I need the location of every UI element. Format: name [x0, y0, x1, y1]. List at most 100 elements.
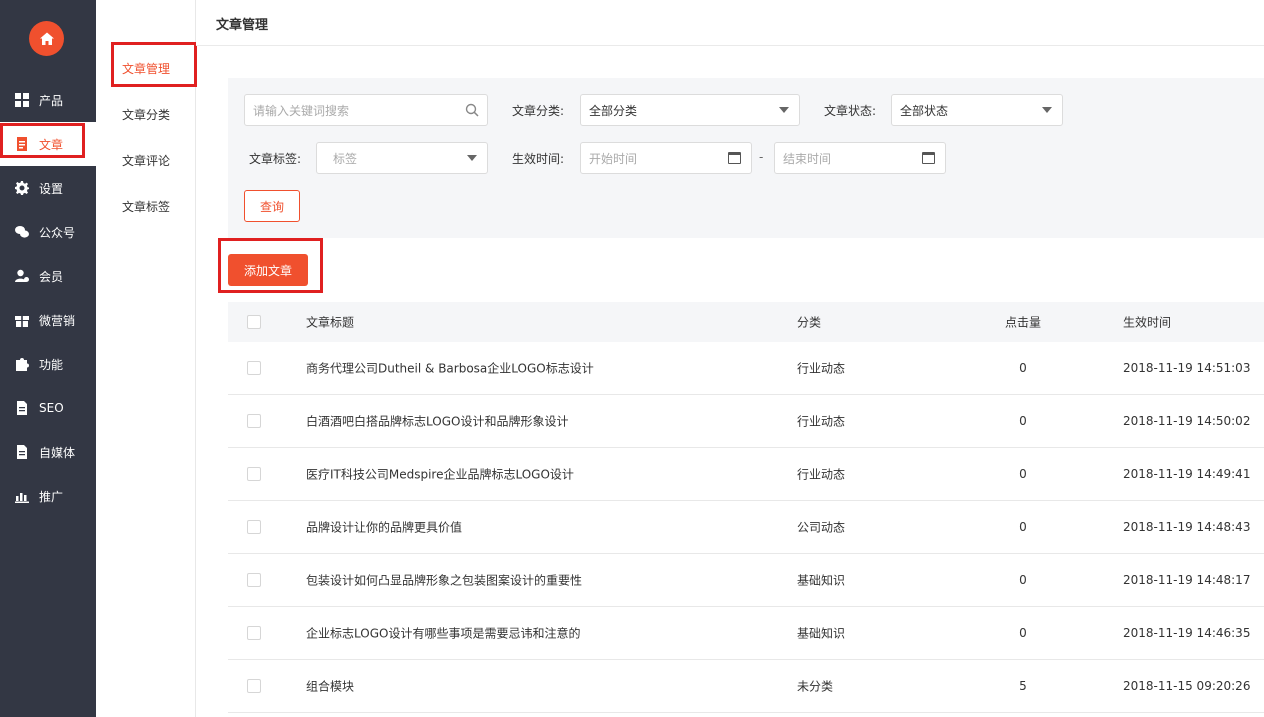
search-input[interactable]: 请输入关键词搜索 [244, 94, 488, 126]
chevron-down-icon [779, 107, 789, 113]
row-title[interactable]: 企业标志LOGO设计有哪些事项是需要忌讳和注意的 [306, 625, 580, 642]
tag-select[interactable]: 标签 [316, 142, 488, 174]
row-clicks: 0 [1019, 361, 1027, 375]
gear-icon [15, 181, 29, 195]
submenu-item-article-management[interactable]: 文章管理 [122, 60, 170, 77]
add-article-button[interactable]: 添加文章 [228, 254, 308, 286]
row-category: 未分类 [797, 679, 834, 694]
row-title[interactable]: 品牌设计让你的品牌更具价值 [306, 519, 462, 536]
row-title[interactable]: 白酒酒吧白搭品牌标志LOGO设计和品牌形象设计 [306, 413, 568, 430]
file-icon [15, 401, 29, 415]
sidebar-item-label: SEO [39, 401, 64, 415]
header-title: 文章标题 [306, 315, 355, 330]
table-row[interactable]: 组合模块 未分类 5 2018-11-15 09:20:26 [228, 660, 1264, 713]
effective-time-label: 生效时间: [512, 152, 565, 166]
row-category: 行业动态 [797, 361, 846, 376]
row-checkbox[interactable] [247, 573, 261, 587]
row-checkbox[interactable] [247, 467, 261, 481]
status-label: 文章状态: [824, 104, 877, 118]
row-category: 公司动态 [797, 520, 846, 535]
row-clicks: 5 [1019, 679, 1027, 693]
sidebar-item-seo[interactable]: SEO [0, 386, 96, 430]
sidebar-item-label: 文章 [39, 137, 64, 152]
row-title[interactable]: 组合模块 [306, 678, 354, 695]
tag-placeholder: 标签 [333, 151, 358, 166]
submenu-item-article-comments[interactable]: 文章评论 [122, 152, 170, 169]
sidebar-item-label: 产品 [39, 93, 64, 108]
start-time-placeholder: 开始时间 [589, 151, 638, 166]
row-checkbox[interactable] [247, 520, 261, 534]
file-icon [15, 445, 29, 459]
row-checkbox[interactable] [247, 361, 261, 375]
row-category: 行业动态 [797, 467, 846, 482]
row-title[interactable]: 商务代理公司Dutheil & Barbosa企业LOGO标志设计 [306, 360, 594, 377]
row-time: 2018-11-19 14:46:35 [1123, 626, 1251, 640]
search-placeholder: 请输入关键词搜索 [253, 103, 350, 118]
row-time: 2018-11-19 14:48:43 [1123, 520, 1251, 534]
header-clicks: 点击量 [1005, 315, 1042, 330]
sidebar-item-micro-marketing[interactable]: 微营销 [0, 298, 96, 342]
table-row[interactable]: 包装设计如何凸显品牌形象之包装图案设计的重要性 基础知识 0 2018-11-1… [228, 554, 1264, 607]
row-title[interactable]: 包装设计如何凸显品牌形象之包装图案设计的重要性 [306, 572, 582, 589]
tag-label: 文章标签: [249, 152, 302, 166]
table-header: 文章标题 分类 点击量 生效时间 [228, 302, 1264, 342]
row-clicks: 0 [1019, 467, 1027, 481]
calendar-icon [728, 152, 741, 164]
page-header: 文章管理 [196, 0, 1264, 46]
row-category: 基础知识 [797, 573, 846, 588]
sidebar-item-features[interactable]: 功能 [0, 342, 96, 386]
sidebar-item-label: 会员 [39, 269, 64, 284]
range-separator: - [759, 150, 764, 164]
sidebar-item-wechat[interactable]: 公众号 [0, 210, 96, 254]
sidebar-item-label: 设置 [39, 181, 64, 196]
sidebar-item-label: 微营销 [39, 313, 76, 328]
article-table: 文章标题 分类 点击量 生效时间 商务代理公司Dutheil & Barbosa… [228, 302, 1264, 713]
document-icon [15, 137, 29, 151]
home-button[interactable] [29, 21, 64, 56]
sidebar-item-self-media[interactable]: 自媒体 [0, 430, 96, 474]
row-checkbox[interactable] [247, 679, 261, 693]
sidebar-item-label: 公众号 [39, 225, 76, 240]
calendar-icon [922, 152, 935, 164]
submenu-item-article-category[interactable]: 文章分类 [122, 106, 170, 123]
status-select[interactable]: 全部状态 [891, 94, 1063, 126]
status-value: 全部状态 [900, 103, 949, 118]
row-title[interactable]: 医疗IT科技公司Medspire企业品牌标志LOGO设计 [306, 466, 574, 483]
puzzle-icon [15, 357, 29, 371]
grid-icon [15, 93, 29, 107]
sidebar-item-label: 自媒体 [39, 445, 76, 460]
gift-icon [15, 313, 29, 327]
row-clicks: 0 [1019, 626, 1027, 640]
end-time-placeholder: 结束时间 [783, 151, 832, 166]
row-time: 2018-11-19 14:50:02 [1123, 414, 1251, 428]
table-row[interactable]: 商务代理公司Dutheil & Barbosa企业LOGO标志设计 行业动态 0… [228, 342, 1264, 395]
chevron-down-icon [1042, 107, 1052, 113]
end-time-input[interactable]: 结束时间 [774, 142, 946, 174]
category-select[interactable]: 全部分类 [580, 94, 800, 126]
table-row[interactable]: 企业标志LOGO设计有哪些事项是需要忌讳和注意的 基础知识 0 2018-11-… [228, 607, 1264, 660]
submenu-item-article-tags[interactable]: 文章标签 [122, 198, 170, 215]
row-checkbox[interactable] [247, 414, 261, 428]
page-title: 文章管理 [216, 18, 269, 33]
row-time: 2018-11-19 14:51:03 [1123, 361, 1251, 375]
table-row[interactable]: 医疗IT科技公司Medspire企业品牌标志LOGO设计 行业动态 0 2018… [228, 448, 1264, 501]
start-time-input[interactable]: 开始时间 [580, 142, 752, 174]
wechat-icon [15, 225, 29, 239]
search-icon[interactable] [465, 103, 479, 120]
row-checkbox[interactable] [247, 626, 261, 640]
sidebar-item-product[interactable]: 产品 [0, 78, 96, 122]
row-time: 2018-11-15 09:20:26 [1123, 679, 1251, 693]
sidebar-item-promotion[interactable]: 推广 [0, 474, 96, 518]
table-row[interactable]: 品牌设计让你的品牌更具价值 公司动态 0 2018-11-19 14:48:43 [228, 501, 1264, 554]
query-button[interactable]: 查询 [244, 190, 300, 222]
table-row[interactable]: 白酒酒吧白搭品牌标志LOGO设计和品牌形象设计 行业动态 0 2018-11-1… [228, 395, 1264, 448]
header-time: 生效时间 [1123, 315, 1172, 330]
sidebar-item-settings[interactable]: 设置 [0, 166, 96, 210]
sidebar-item-article[interactable]: 文章 [0, 122, 96, 166]
select-all-checkbox[interactable] [247, 315, 261, 329]
sidebar-item-member[interactable]: 会员 [0, 254, 96, 298]
header-category: 分类 [797, 315, 822, 330]
row-time: 2018-11-19 14:49:41 [1123, 467, 1251, 481]
row-category: 基础知识 [797, 626, 846, 641]
category-value: 全部分类 [589, 103, 638, 118]
